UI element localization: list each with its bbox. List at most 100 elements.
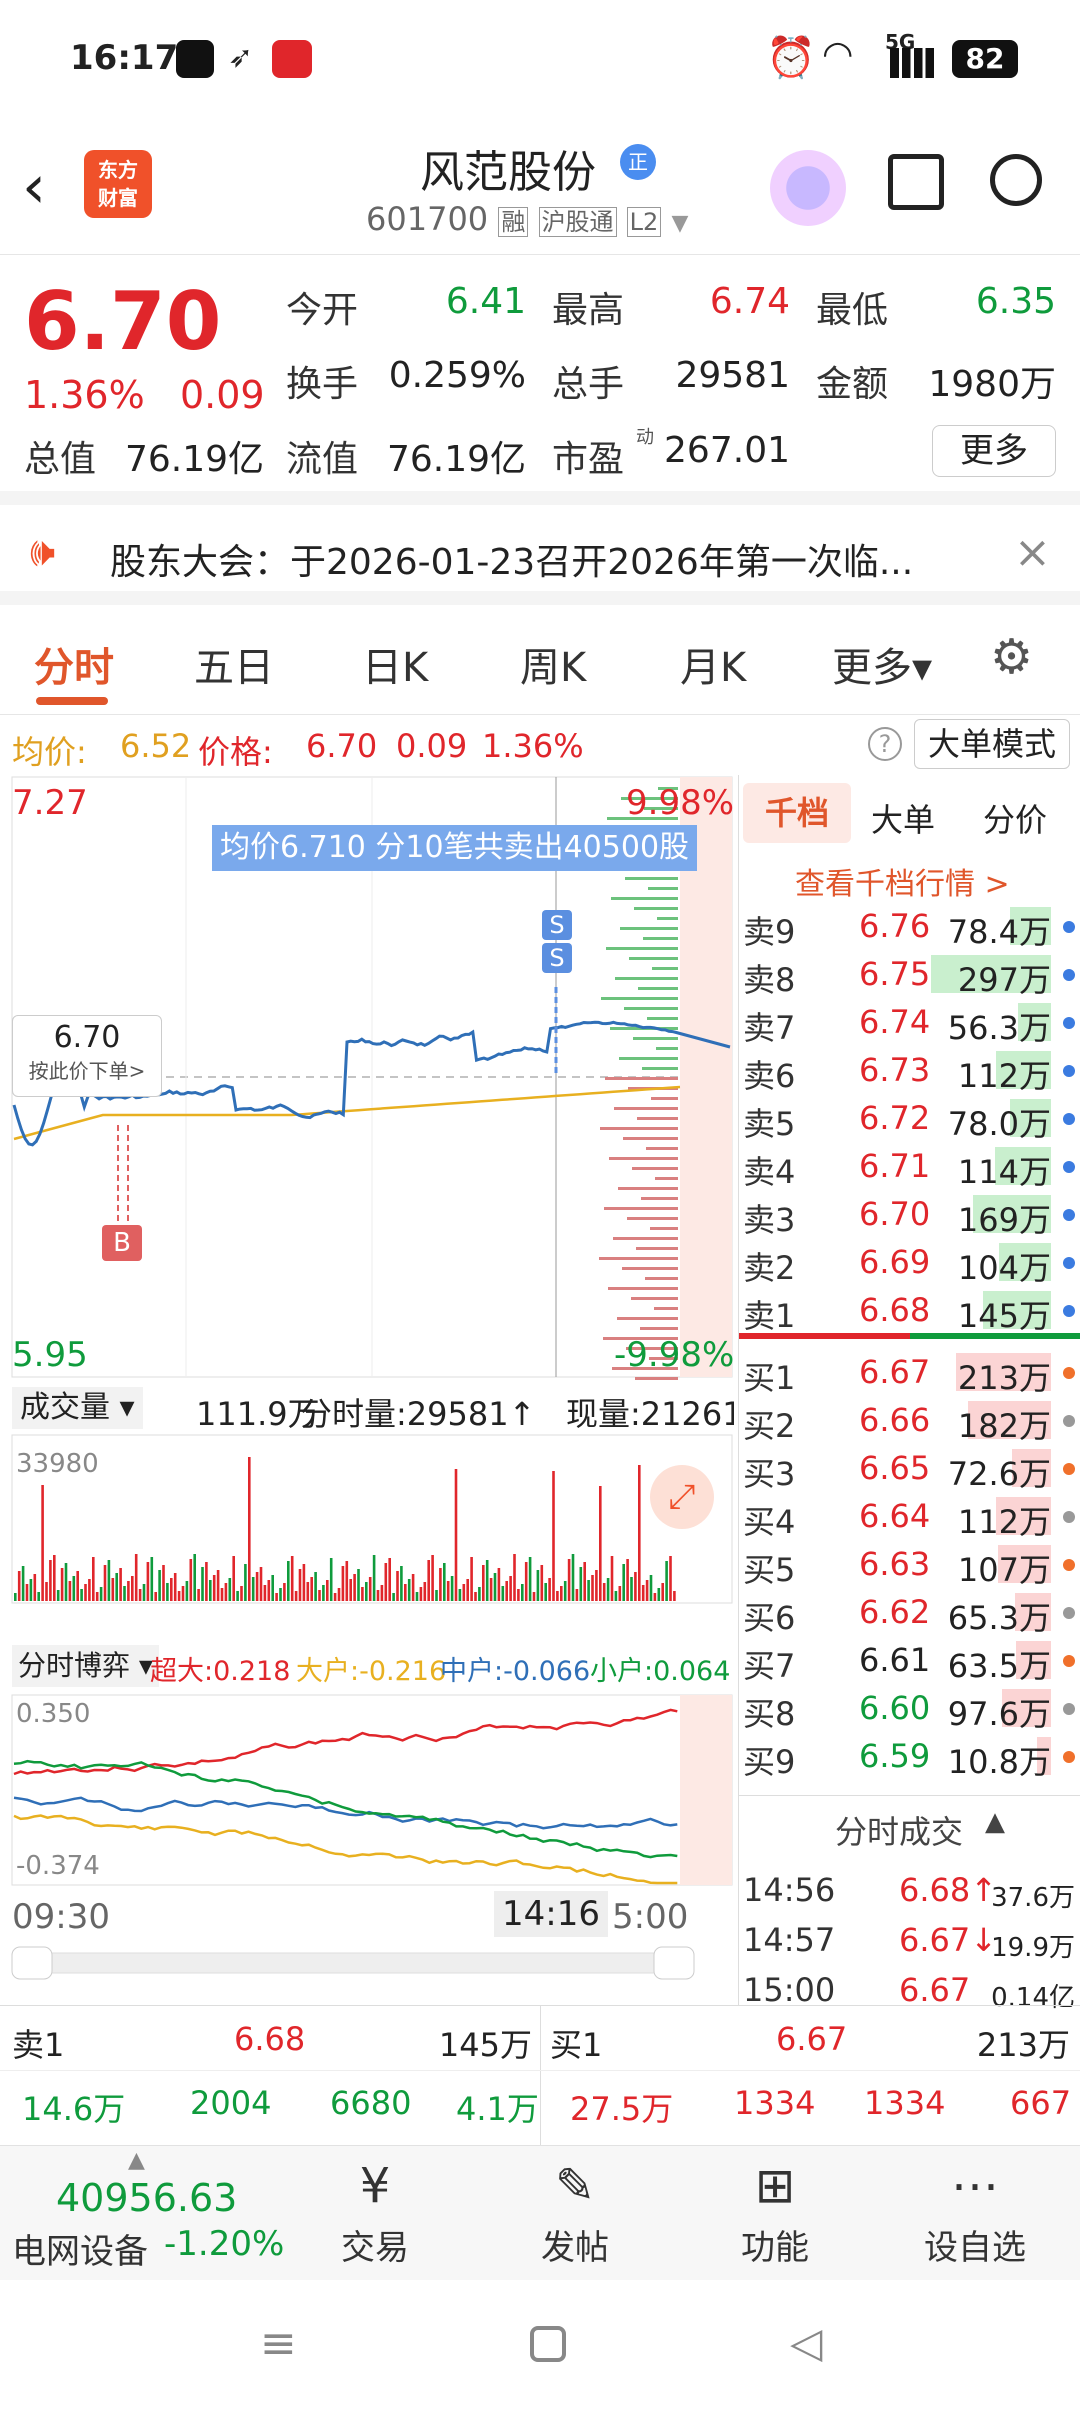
amount-label: 金额	[816, 364, 889, 405]
level-volume: 63.5万	[947, 1647, 1051, 1685]
scroll-handle-left	[11, 1946, 53, 1980]
robot-assistant-icon[interactable]	[770, 150, 846, 226]
expand-icon[interactable]: ⤢	[650, 1465, 714, 1529]
tab-intraday[interactable]: 分时	[34, 635, 114, 693]
level-price: 6.76	[859, 907, 931, 945]
sell-row[interactable]: 卖4 6.71 114万	[739, 1141, 1080, 1191]
depth-bar	[631, 1297, 678, 1300]
volume-bar	[216, 1570, 220, 1601]
gear-icon[interactable]: ⚙	[990, 629, 1033, 685]
buy-row[interactable]: 买4 6.64 112万	[739, 1491, 1080, 1541]
search-icon[interactable]	[990, 154, 1042, 206]
trades-divider	[739, 1795, 1080, 1796]
home-icon[interactable]	[530, 2326, 566, 2362]
tag-level2: L2	[626, 207, 662, 237]
volume-bar	[275, 1593, 278, 1601]
buy-row[interactable]: 买2 6.66 182万	[739, 1395, 1080, 1445]
volume-bar	[142, 1584, 146, 1601]
tab-big-order[interactable]: 大单	[871, 795, 935, 841]
volume-bar	[548, 1578, 551, 1601]
volume-bar	[388, 1558, 391, 1601]
avg-value: 6.52	[120, 727, 192, 765]
tab-indicator	[36, 697, 108, 705]
price-pct: 1.36%	[482, 727, 584, 765]
level-volume: 78.4万	[947, 913, 1051, 951]
open-label: 今开	[286, 290, 359, 331]
sell-row[interactable]: 卖6 6.73 112万	[739, 1045, 1080, 1095]
turnover-label: 换手	[286, 364, 359, 405]
depth-bar	[657, 917, 678, 920]
nav-add-watchlist[interactable]: ⋯ 设自选	[900, 2156, 1050, 2269]
big-order-mode-button[interactable]: 大单模式	[914, 719, 1070, 769]
trades-title[interactable]: 分时成交	[835, 1807, 963, 1853]
tab-monthly-k[interactable]: 月K	[680, 635, 746, 693]
s-marker-2[interactable]: S	[542, 943, 572, 973]
buy-row[interactable]: 买8 6.60 97.6万	[739, 1683, 1080, 1733]
nav-function[interactable]: ⊞ 功能	[700, 2156, 850, 2269]
buy-row[interactable]: 买7 6.61 63.5万	[739, 1635, 1080, 1685]
s-marker[interactable]: S	[542, 910, 572, 940]
buy-row[interactable]: 买6 6.62 65.3万	[739, 1587, 1080, 1637]
b-marker[interactable]: B	[102, 1225, 142, 1261]
share-icon[interactable]	[888, 154, 944, 210]
notice-bar[interactable]: 🕪 股东大会：于2026-01-23召开2026年第一次临... ×	[0, 505, 1080, 605]
menu-icon[interactable]: ≡	[260, 2318, 297, 2369]
back-nav-icon[interactable]: ◁	[790, 2318, 822, 2367]
tab-thousand-level[interactable]: 千档	[743, 783, 851, 843]
volume-bar	[560, 1586, 563, 1601]
video-app-icon	[272, 40, 312, 78]
close-icon[interactable]: ×	[1014, 527, 1051, 578]
help-icon[interactable]: ?	[868, 727, 902, 761]
sell-row[interactable]: 卖1 6.68 145万	[739, 1285, 1080, 1335]
sell-row[interactable]: 卖3 6.70 169万	[739, 1189, 1080, 1239]
buy-row[interactable]: 买3 6.65 72.6万	[739, 1443, 1080, 1493]
chevron-up-icon[interactable]: ▲	[985, 1807, 1005, 1837]
volume-bar	[193, 1554, 196, 1601]
level-price: 6.60	[859, 1689, 931, 1727]
bq-buy-label: 买1	[550, 2026, 603, 2064]
volume-bar	[240, 1586, 243, 1601]
sell-row[interactable]: 卖2 6.69 104万	[739, 1237, 1080, 1287]
tab-price-dist[interactable]: 分价	[983, 795, 1047, 841]
fund-top-label: 0.350	[16, 1699, 91, 1729]
depth-bar	[605, 1077, 678, 1080]
nav-trade[interactable]: ¥ 交易	[300, 2156, 450, 2269]
sell-row[interactable]: 卖9 6.76 78.4万	[739, 901, 1080, 951]
buy-row[interactable]: 买1 6.67 213万	[739, 1347, 1080, 1397]
volume-bar	[361, 1587, 364, 1601]
sell-row[interactable]: 卖7 6.74 56.3万	[739, 997, 1080, 1047]
nav-post[interactable]: ✎ 发帖	[500, 2156, 650, 2269]
volume-bar	[626, 1559, 629, 1601]
volume-bar	[638, 1465, 641, 1601]
tab-daily-k[interactable]: 日K	[362, 635, 428, 693]
volume-bar	[298, 1569, 302, 1601]
volume-bars	[14, 1457, 676, 1601]
sell-row[interactable]: 卖8 6.75 297万	[739, 949, 1080, 999]
index-ticker[interactable]: ▲ 40956.63 电网设备 -1.20%	[0, 2146, 300, 2281]
chevron-down-icon[interactable]: ▼	[671, 211, 688, 236]
fund-indicator-select[interactable]: 分时博弈 ▾	[12, 1645, 159, 1687]
tab-five-day[interactable]: 五日	[194, 635, 274, 693]
tab-weekly-k[interactable]: 周K	[520, 635, 586, 693]
price-crosshair-marker[interactable]: 6.70 按此价下单>	[12, 1015, 162, 1097]
level-label: 卖7	[743, 1009, 796, 1047]
price-change: 0.09	[396, 727, 468, 765]
volume-bar	[439, 1568, 442, 1601]
tab-more[interactable]: 更多▾	[832, 635, 932, 693]
volume-bar	[665, 1561, 668, 1601]
level-volume: 169万	[957, 1201, 1051, 1239]
trade-price: 6.68↑	[899, 1871, 998, 1909]
view-depth-link[interactable]: 查看千档行情 >	[795, 859, 1010, 903]
volume-indicator-select[interactable]: 成交量 ▾	[12, 1387, 143, 1429]
more-dots-icon: ⋯	[951, 2158, 999, 2214]
buy-row[interactable]: 买5 6.63 107万	[739, 1539, 1080, 1589]
back-icon[interactable]: ‹	[22, 152, 46, 222]
buy-row[interactable]: 买9 6.59 10.8万	[739, 1731, 1080, 1781]
volume-bar	[95, 1592, 99, 1601]
intraday-chart[interactable]: 7.27 9.98% 5.95 -9.98% 均价6.710 分10笔共卖出40…	[0, 775, 735, 2005]
sell-row[interactable]: 卖5 6.72 78.0万	[739, 1093, 1080, 1143]
volume-bar	[251, 1577, 255, 1601]
more-button[interactable]: 更多	[932, 425, 1056, 477]
volume-bar	[56, 1590, 60, 1601]
level-price: 6.59	[859, 1737, 931, 1775]
